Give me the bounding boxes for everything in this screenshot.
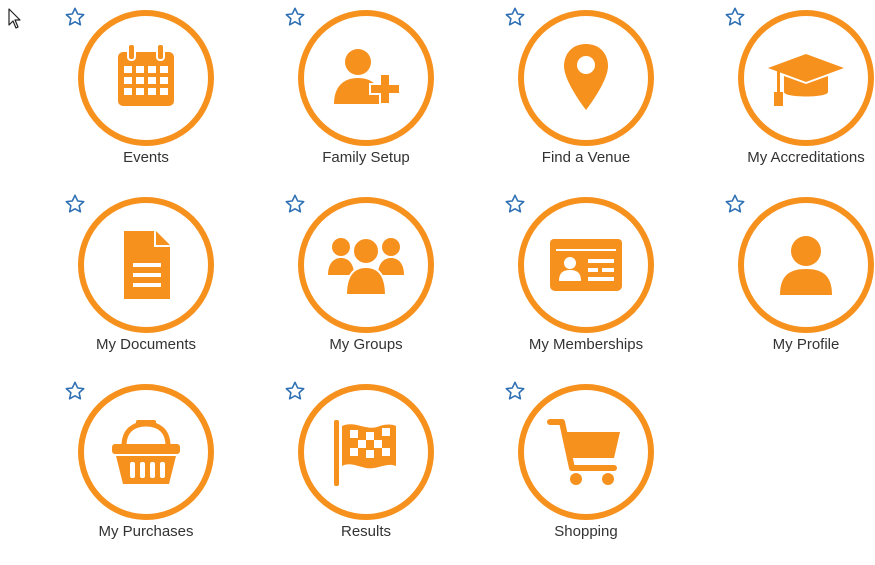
tile-my-groups[interactable]: My Groups	[284, 191, 504, 378]
map-pin-icon	[564, 44, 608, 110]
mouse-cursor-icon	[8, 8, 21, 29]
favorite-star-icon[interactable]	[504, 193, 526, 215]
calendar-icon	[118, 43, 174, 106]
tile-my-purchases[interactable]: My Purchases	[64, 378, 284, 565]
tile-label[interactable]: Events	[34, 149, 258, 166]
events-button[interactable]	[78, 10, 214, 146]
favorite-star-icon[interactable]	[284, 193, 306, 215]
favorite-star-icon[interactable]	[64, 380, 86, 402]
tile-label[interactable]: My Profile	[694, 336, 875, 353]
basket-icon	[112, 420, 180, 484]
tile-results[interactable]: Results	[284, 378, 504, 565]
graduation-cap-icon	[768, 54, 844, 106]
favorite-star-icon[interactable]	[284, 380, 306, 402]
tile-label[interactable]: Family Setup	[254, 149, 478, 166]
favorite-star-icon[interactable]	[504, 6, 526, 28]
tile-label[interactable]: My Memberships	[474, 336, 698, 353]
my-memberships-button[interactable]	[518, 197, 654, 333]
tile-family-setup[interactable]: Family Setup	[284, 4, 504, 191]
tile-my-accreditations[interactable]: My Accreditations	[724, 4, 875, 191]
checkered-flag-icon	[334, 420, 396, 486]
family-setup-button[interactable]	[298, 10, 434, 146]
tile-label[interactable]: My Accreditations	[694, 149, 875, 166]
my-profile-button[interactable]	[738, 197, 874, 333]
tile-my-profile[interactable]: My Profile	[724, 191, 875, 378]
results-button[interactable]	[298, 384, 434, 520]
document-icon	[124, 231, 170, 299]
group-icon	[328, 237, 404, 296]
find-a-venue-button[interactable]	[518, 10, 654, 146]
user-icon	[780, 236, 832, 295]
favorite-star-icon[interactable]	[64, 6, 86, 28]
favorite-star-icon[interactable]	[504, 380, 526, 402]
tile-label[interactable]: My Purchases	[34, 523, 258, 540]
tile-label[interactable]: My Groups	[254, 336, 478, 353]
shopping-cart-icon	[547, 419, 620, 485]
my-documents-button[interactable]	[78, 197, 214, 333]
favorite-star-icon[interactable]	[64, 193, 86, 215]
id-card-icon	[550, 239, 622, 291]
tile-my-memberships[interactable]: My Memberships	[504, 191, 724, 378]
my-accreditations-button[interactable]	[738, 10, 874, 146]
tile-label[interactable]: My Documents	[34, 336, 258, 353]
tile-label[interactable]: Results	[254, 523, 478, 540]
tile-label[interactable]: Find a Venue	[474, 149, 698, 166]
shopping-button[interactable]	[518, 384, 654, 520]
favorite-star-icon[interactable]	[724, 6, 746, 28]
tile-find-a-venue[interactable]: Find a Venue	[504, 4, 724, 191]
add-user-icon	[334, 49, 401, 105]
my-purchases-button[interactable]	[78, 384, 214, 520]
tile-shopping[interactable]: Shopping	[504, 378, 724, 565]
tile-label[interactable]: Shopping	[474, 523, 698, 540]
favorite-star-icon[interactable]	[284, 6, 306, 28]
tile-my-documents[interactable]: My Documents	[64, 191, 284, 378]
favorite-star-icon[interactable]	[724, 193, 746, 215]
my-groups-button[interactable]	[298, 197, 434, 333]
tile-events[interactable]: Events	[64, 4, 284, 191]
